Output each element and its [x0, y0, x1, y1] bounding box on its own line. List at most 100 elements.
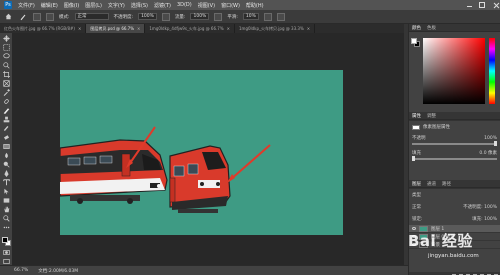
prop-opacity-slider[interactable] [412, 141, 497, 146]
prop-fill-slider[interactable] [412, 156, 497, 161]
prop-opacity-row: 不透明 100% [409, 133, 500, 143]
layer-opacity-value[interactable]: 100% [484, 205, 497, 210]
quick-select-icon[interactable] [2, 62, 10, 69]
frame-tool-icon[interactable] [2, 80, 10, 87]
pen-tool-icon[interactable] [2, 170, 10, 178]
tab-layers[interactable]: 图层 [412, 181, 421, 187]
screen-mode-icon[interactable] [2, 258, 10, 265]
properties-panel: 像素图层属性 不透明 100% 填充 0.0 像素 [409, 120, 500, 180]
menu-window[interactable]: 窗口(W) [221, 2, 240, 9]
menu-select[interactable]: 选择(S) [131, 2, 148, 9]
close-tab-icon[interactable]: × [227, 26, 230, 31]
stamp-icon[interactable] [2, 116, 10, 123]
blur-icon[interactable] [2, 152, 10, 159]
doc-tab-2[interactable]: 图层拷贝.psd @ 66.7% × [86, 24, 146, 33]
maximize-icon[interactable] [479, 2, 485, 8]
healing-brush-icon[interactable] [2, 98, 10, 105]
tools-panel [0, 33, 12, 265]
layer-row[interactable]: 图层 1 [409, 225, 500, 233]
smoothing-label: 平滑: [227, 14, 238, 20]
options-bar: 模式: 正常 不透明度: 100% 流量: 100% 平滑: 10% [0, 10, 500, 24]
eye-icon[interactable] [412, 243, 416, 246]
doc-tab-4[interactable]: 1mg0ldkp_火车拷贝.jpg @ 33.3% × [235, 24, 316, 33]
prop-opacity-value[interactable]: 100% [484, 136, 497, 141]
zoom-level[interactable]: 66.7% [14, 268, 28, 273]
menu-image[interactable]: 图像(I) [64, 2, 79, 9]
menu-file[interactable]: 文件(F) [18, 2, 35, 9]
menu-filter[interactable]: 滤镜(T) [154, 2, 171, 9]
eraser-icon[interactable] [2, 134, 10, 141]
tab-color[interactable]: 颜色 [412, 25, 421, 31]
opacity-input[interactable]: 100% [138, 13, 157, 20]
minimize-icon[interactable] [466, 2, 473, 9]
close-tab-icon[interactable]: × [78, 26, 81, 31]
gradient-icon[interactable] [2, 143, 10, 150]
slider-knob[interactable] [412, 156, 415, 161]
layer-opacity-label: 不透明度: [463, 205, 483, 210]
history-brush-icon[interactable] [2, 125, 10, 132]
menu-3d[interactable]: 3D(D) [177, 2, 192, 8]
brush-icon[interactable] [2, 107, 10, 115]
document-canvas[interactable] [60, 70, 343, 235]
lock-label: 锁定: [412, 217, 423, 222]
brush-size-picker[interactable] [33, 12, 41, 21]
prop-fill-value[interactable]: 0.0 像素 [479, 150, 497, 156]
shape-tool-icon[interactable] [2, 197, 10, 204]
menu-help[interactable]: 帮助(H) [246, 2, 264, 9]
quick-mask-icon[interactable] [2, 249, 10, 256]
lasso-tool-icon[interactable] [2, 53, 10, 60]
color-swatches[interactable] [1, 236, 11, 247]
doc-info: 文档:2.00M/6.03M [38, 268, 79, 274]
menu-view[interactable]: 视图(V) [198, 2, 215, 9]
menu-layer[interactable]: 图层(L) [85, 2, 102, 9]
brush-tool-icon[interactable] [18, 12, 28, 22]
crop-tool-icon[interactable] [2, 71, 10, 79]
airbrush-icon[interactable] [214, 12, 223, 21]
move-tool-icon[interactable] [2, 35, 10, 42]
menu-edit[interactable]: 编辑(E) [41, 2, 58, 9]
home-icon[interactable] [3, 12, 13, 22]
eye-icon[interactable] [412, 235, 416, 238]
tab-swatches[interactable]: 色板 [427, 25, 436, 31]
mode-select[interactable]: 正常 [74, 13, 109, 20]
close-tab-icon[interactable]: × [307, 26, 310, 31]
gear-icon[interactable] [263, 12, 272, 21]
hand-tool-icon[interactable] [2, 206, 10, 213]
brush-settings-icon[interactable] [46, 12, 54, 21]
close-tab-icon[interactable]: × [137, 26, 140, 31]
doc-tab-1[interactable]: 红色火车图片.jpg @ 66.7% (RGB/8#) × [0, 24, 87, 33]
train-right [169, 145, 231, 213]
slider-knob[interactable] [494, 141, 497, 146]
layer-row[interactable]: 背景 [409, 241, 500, 249]
layer-kind-filter[interactable]: 类型 [412, 192, 421, 198]
marquee-tool-icon[interactable] [2, 44, 10, 51]
pressure-opacity-icon[interactable] [161, 12, 170, 21]
opacity-label: 不透明度: [113, 14, 134, 20]
blend-mode-select[interactable]: 正常 [412, 204, 421, 210]
symmetry-icon[interactable] [276, 12, 285, 21]
menu-type[interactable]: 文字(Y) [108, 2, 125, 9]
tab-adjustments[interactable]: 调整 [427, 113, 436, 119]
smoothing-input[interactable]: 10% [242, 13, 259, 20]
hue-slider[interactable] [489, 38, 495, 104]
tab-paths[interactable]: 路径 [442, 181, 451, 187]
close-icon[interactable] [493, 2, 500, 9]
prop-fill-row: 填充 0.0 像素 [409, 148, 500, 158]
foreground-swatch[interactable] [2, 237, 8, 244]
layer-fill-value[interactable]: 100% [484, 217, 497, 222]
flow-input[interactable]: 100% [190, 13, 210, 20]
tab-properties[interactable]: 属性 [412, 113, 421, 119]
type-tool-icon[interactable] [2, 179, 10, 186]
path-select-icon[interactable] [2, 188, 10, 195]
eyedropper-icon[interactable] [2, 89, 10, 97]
zoom-tool-icon[interactable] [2, 215, 10, 222]
canvas-workspace [12, 33, 404, 265]
eye-icon[interactable] [412, 227, 416, 230]
dodge-icon[interactable] [2, 161, 10, 168]
tab-channels[interactable]: 通道 [427, 181, 436, 187]
saturation-value-field[interactable] [423, 38, 485, 104]
more-tools-icon[interactable] [2, 224, 10, 231]
doc-tab-3[interactable]: 1mg0ldkp_4dfjw9s_火车.jpg @ 66.7% × [145, 24, 235, 33]
color-fg-swatch[interactable] [411, 38, 417, 44]
layer-row[interactable]: 图层 0 拷贝 [409, 233, 500, 241]
